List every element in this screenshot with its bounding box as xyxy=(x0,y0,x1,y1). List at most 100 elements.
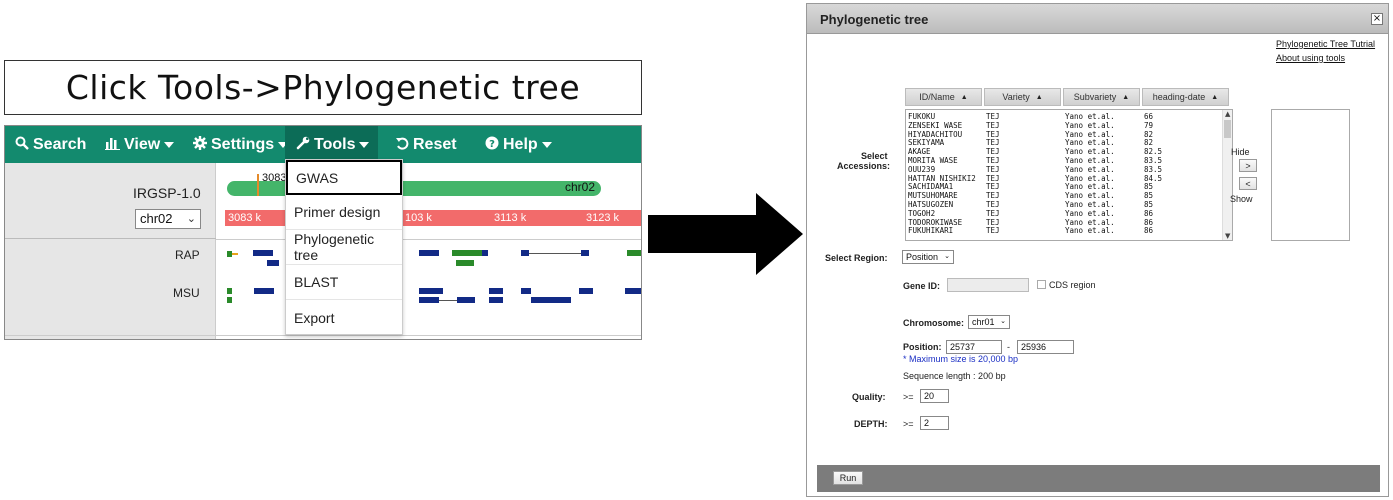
accession-cell-name[interactable]: TOGOH2 xyxy=(908,209,935,218)
accession-cell-name[interactable]: MORITA WASE xyxy=(908,156,958,165)
gene-id-label: Gene ID: xyxy=(903,281,941,291)
chromosome-select[interactable]: chr01 ⌄ xyxy=(968,315,1010,329)
view-label: View xyxy=(124,135,161,153)
menu-item-export[interactable]: Export xyxy=(286,300,402,335)
region-select[interactable]: Position ⌄ xyxy=(902,250,954,264)
chevron-down-icon: ⌄ xyxy=(944,253,950,260)
accession-cell-subvariety: Yano et.al. xyxy=(1065,182,1115,192)
accession-cell-name[interactable]: SACHIDAMA1 xyxy=(908,182,953,191)
chromosome-label: Chromosome: xyxy=(903,318,965,328)
tools-dropdown-menu: GWAS Primer design Phylogenetic tree BLA… xyxy=(285,159,403,335)
dialog-title: Phylogenetic tree xyxy=(820,12,929,27)
bar-chart-icon xyxy=(105,136,120,153)
accession-cell-name[interactable]: FUKOKU xyxy=(908,112,935,121)
accession-cell-heading: 86 xyxy=(1144,217,1154,227)
accession-cell-subvariety: Yano et.al. xyxy=(1065,226,1115,236)
close-icon[interactable]: × xyxy=(1371,13,1383,25)
depth-label: DEPTH: xyxy=(854,419,888,429)
accession-cell-heading: 85 xyxy=(1144,191,1154,201)
tutorial-link[interactable]: Phylogenetic Tree Tutrial xyxy=(1276,39,1375,49)
depth-operator: >= xyxy=(903,419,914,429)
column-header-id-name[interactable]: ID/Name ▲ xyxy=(905,88,982,106)
accession-cell-heading: 66 xyxy=(1144,112,1154,121)
help-menu[interactable]: ? Help xyxy=(485,126,552,163)
chevron-down-icon: ⌄ xyxy=(1000,318,1006,325)
question-icon: ? xyxy=(485,136,499,153)
move-right-button[interactable]: > xyxy=(1239,159,1257,172)
column-header-heading-date[interactable]: heading-date ▲ xyxy=(1142,88,1229,106)
hide-label: Hide xyxy=(1231,147,1250,157)
quality-input[interactable]: 20 xyxy=(920,389,949,403)
accession-cell-variety: TEJ xyxy=(986,120,1000,130)
select-accessions-label-line2: Accessions: xyxy=(837,161,891,171)
menu-item-primer-design[interactable]: Primer design xyxy=(286,195,402,230)
accession-cell-name[interactable]: HATTAN NISHIKI2 xyxy=(908,174,976,183)
accession-cell-name[interactable]: FUKUHIKARI xyxy=(908,226,953,235)
chromosome-select[interactable]: chr02 ⌄ xyxy=(135,209,201,229)
sort-icon: ▲ xyxy=(1122,93,1130,101)
reset-menu[interactable]: Reset xyxy=(395,126,457,163)
accession-cell-heading: 86 xyxy=(1144,208,1154,218)
accession-cell-name[interactable]: HATSUGOZEN xyxy=(908,200,953,209)
accession-cell-name[interactable]: AKAGE xyxy=(908,147,931,156)
select-region-label: Select Region: xyxy=(825,253,888,263)
menu-item-blast[interactable]: BLAST xyxy=(286,265,402,300)
accession-cell-variety: TEJ xyxy=(986,147,1000,157)
accession-cell-name[interactable]: TODOROKIWASE xyxy=(908,218,962,227)
scroll-down-icon[interactable]: ▼ xyxy=(1225,232,1230,240)
search-icon xyxy=(15,136,29,153)
accession-cell-subvariety: Yano et.al. xyxy=(1065,164,1115,174)
gear-icon xyxy=(193,136,207,153)
accession-cell-heading: 84.5 xyxy=(1144,173,1163,183)
tools-menu[interactable]: Tools xyxy=(285,126,378,163)
about-tools-link[interactable]: About using tools xyxy=(1276,53,1345,63)
region-select-value: Position xyxy=(906,252,939,262)
accession-cell-heading: 83.5 xyxy=(1144,164,1163,174)
position-marker[interactable] xyxy=(257,174,259,196)
max-size-note: * Maximum size is 20,000 bp xyxy=(903,354,1019,364)
run-button[interactable]: Run xyxy=(833,471,863,485)
accession-cell-subvariety: Yano et.al. xyxy=(1065,138,1115,148)
accession-cell-name[interactable]: MUTSUHOMARE xyxy=(908,191,958,200)
cds-region-checkbox[interactable] xyxy=(1037,280,1046,289)
menu-item-gwas[interactable]: GWAS xyxy=(286,160,402,195)
accession-cell-subvariety: Yano et.al. xyxy=(1065,217,1115,227)
divider xyxy=(216,239,641,240)
view-menu[interactable]: View xyxy=(105,126,175,163)
accession-cell-name[interactable]: HIYADACHITOU xyxy=(908,130,962,139)
chevron-down-icon xyxy=(541,141,552,148)
accession-cell-name[interactable]: SEKIYAMA xyxy=(908,138,944,147)
hidden-accessions-listbox[interactable] xyxy=(1271,109,1350,241)
column-header-subvariety[interactable]: Subvariety ▲ xyxy=(1063,88,1140,106)
browser-left-column: IRGSP-1.0 chr02 ⌄ RAP MSU xyxy=(5,163,216,339)
accession-cell-subvariety: Yano et.al. xyxy=(1065,208,1115,218)
right-arrow-icon xyxy=(648,193,803,275)
accession-cell-variety: TEJ xyxy=(986,129,1000,139)
chevron-down-icon xyxy=(164,141,175,148)
position-end-input[interactable]: 25936 xyxy=(1017,340,1074,354)
depth-input[interactable]: 2 xyxy=(920,416,949,430)
scroll-up-icon[interactable]: ▲ xyxy=(1225,110,1230,118)
move-left-button[interactable]: < xyxy=(1239,177,1257,190)
search-menu[interactable]: Search xyxy=(15,126,86,163)
ruler-tick: 3123 k xyxy=(586,212,620,224)
genome-browser-panel: Search View Settings Tools Reset ? Help … xyxy=(4,125,642,340)
gene-id-input[interactable] xyxy=(947,278,1029,292)
chromosome-bar-label: chr02 xyxy=(565,180,596,194)
position-start-input[interactable]: 25737 xyxy=(946,340,1002,354)
scrollbar-thumb[interactable] xyxy=(1224,120,1231,138)
accession-cell-subvariety: Yano et.al. xyxy=(1065,120,1115,130)
column-header-variety[interactable]: Variety ▲ xyxy=(984,88,1061,106)
accession-cell-name[interactable]: ZENSEKI WASE xyxy=(908,121,962,130)
scrollbar[interactable]: ▲ ▼ xyxy=(1222,110,1232,240)
accession-cell-heading: 79 xyxy=(1144,120,1154,130)
accession-cell-variety: TEJ xyxy=(986,156,1000,165)
accession-cell-name[interactable]: OUU239 xyxy=(908,165,935,174)
ruler-tick: 3113 k xyxy=(494,212,527,224)
chevron-down-icon: ⌄ xyxy=(186,213,196,225)
dialog-header: Phylogenetic tree × xyxy=(807,4,1388,34)
accessions-listbox[interactable]: FUKOKU TEJ Yano et.al. 66 ZENSEKI WASE TEJ Yan… xyxy=(905,109,1233,241)
settings-menu[interactable]: Settings xyxy=(193,126,289,163)
menu-item-phylogenetic-tree[interactable]: Phylogenetic tree xyxy=(286,230,402,265)
select-accessions-label-line1: Select xyxy=(861,151,888,161)
